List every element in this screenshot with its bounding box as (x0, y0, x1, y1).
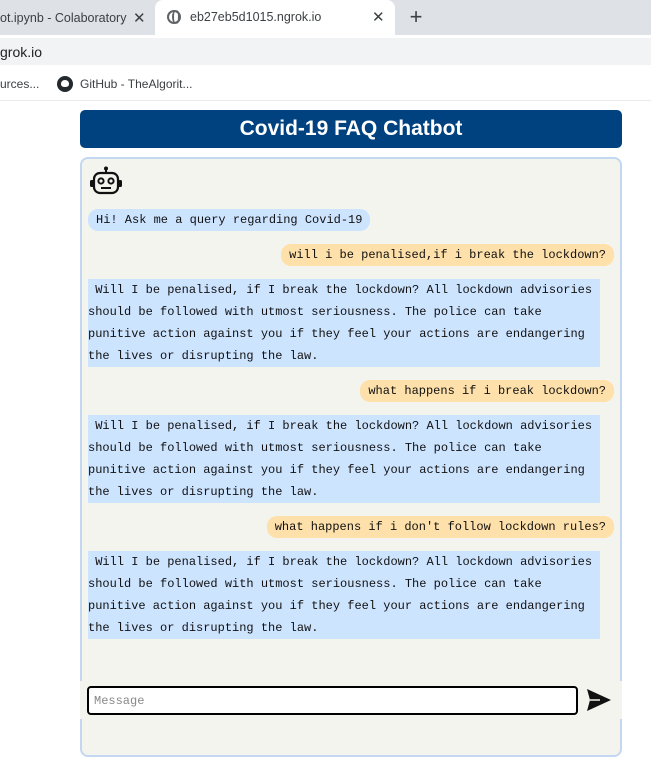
tab-ngrok[interactable]: eb27eb5d1015.ngrok.io ✕ (155, 0, 395, 35)
url-field[interactable]: grok.io (0, 38, 651, 65)
user-message: what happens if i don't follow lockdown … (266, 516, 614, 538)
globe-icon (167, 10, 181, 24)
new-tab-button[interactable]: + (406, 4, 426, 30)
send-icon[interactable] (586, 688, 612, 712)
github-icon (57, 76, 73, 92)
tab-title: eb27eb5d1015.ngrok.io (190, 10, 322, 24)
bot-message-text: Will I be penalised, if I break the lock… (88, 283, 600, 363)
tab-strip: ot.ipynb - Colaboratory ✕ eb27eb5d1015.n… (0, 0, 651, 35)
bot-message: Will I be penalised, if I break the lock… (88, 279, 600, 367)
bot-message-text: Will I be penalised, if I break the lock… (88, 555, 600, 635)
bot-message: Will I be penalised, if I break the lock… (88, 551, 600, 639)
message-bar (80, 681, 622, 719)
url-text: grok.io (0, 44, 43, 60)
chat-window: Hi! Ask me a query regarding Covid-19 wi… (80, 157, 622, 757)
bot-message: Hi! Ask me a query regarding Covid-19 (88, 209, 371, 231)
close-icon[interactable]: ✕ (133, 9, 146, 27)
bookmarks-bar: urces... GitHub - TheAlgorit... (0, 67, 651, 101)
bot-message: Will I be penalised, if I break the lock… (88, 415, 600, 503)
user-message: will i be penalised,if i break the lockd… (281, 244, 614, 266)
bot-message-text: Will I be penalised, if I break the lock… (88, 419, 600, 499)
bookmark-github[interactable]: GitHub - TheAlgorit... (57, 76, 193, 92)
tab-colaboratory[interactable]: ot.ipynb - Colaboratory ✕ (0, 0, 155, 35)
robot-icon (90, 166, 122, 195)
page-title: Covid-19 FAQ Chatbot (80, 110, 622, 148)
message-input[interactable] (87, 686, 578, 715)
close-icon[interactable]: ✕ (372, 8, 385, 26)
bookmark-resources[interactable]: urces... (0, 77, 39, 91)
address-bar: grok.io (0, 35, 651, 67)
tab-title: ot.ipynb - Colaboratory (0, 10, 127, 25)
user-message: what happens if i break lockdown? (360, 380, 614, 402)
bookmark-label: GitHub - TheAlgorit... (80, 77, 193, 91)
